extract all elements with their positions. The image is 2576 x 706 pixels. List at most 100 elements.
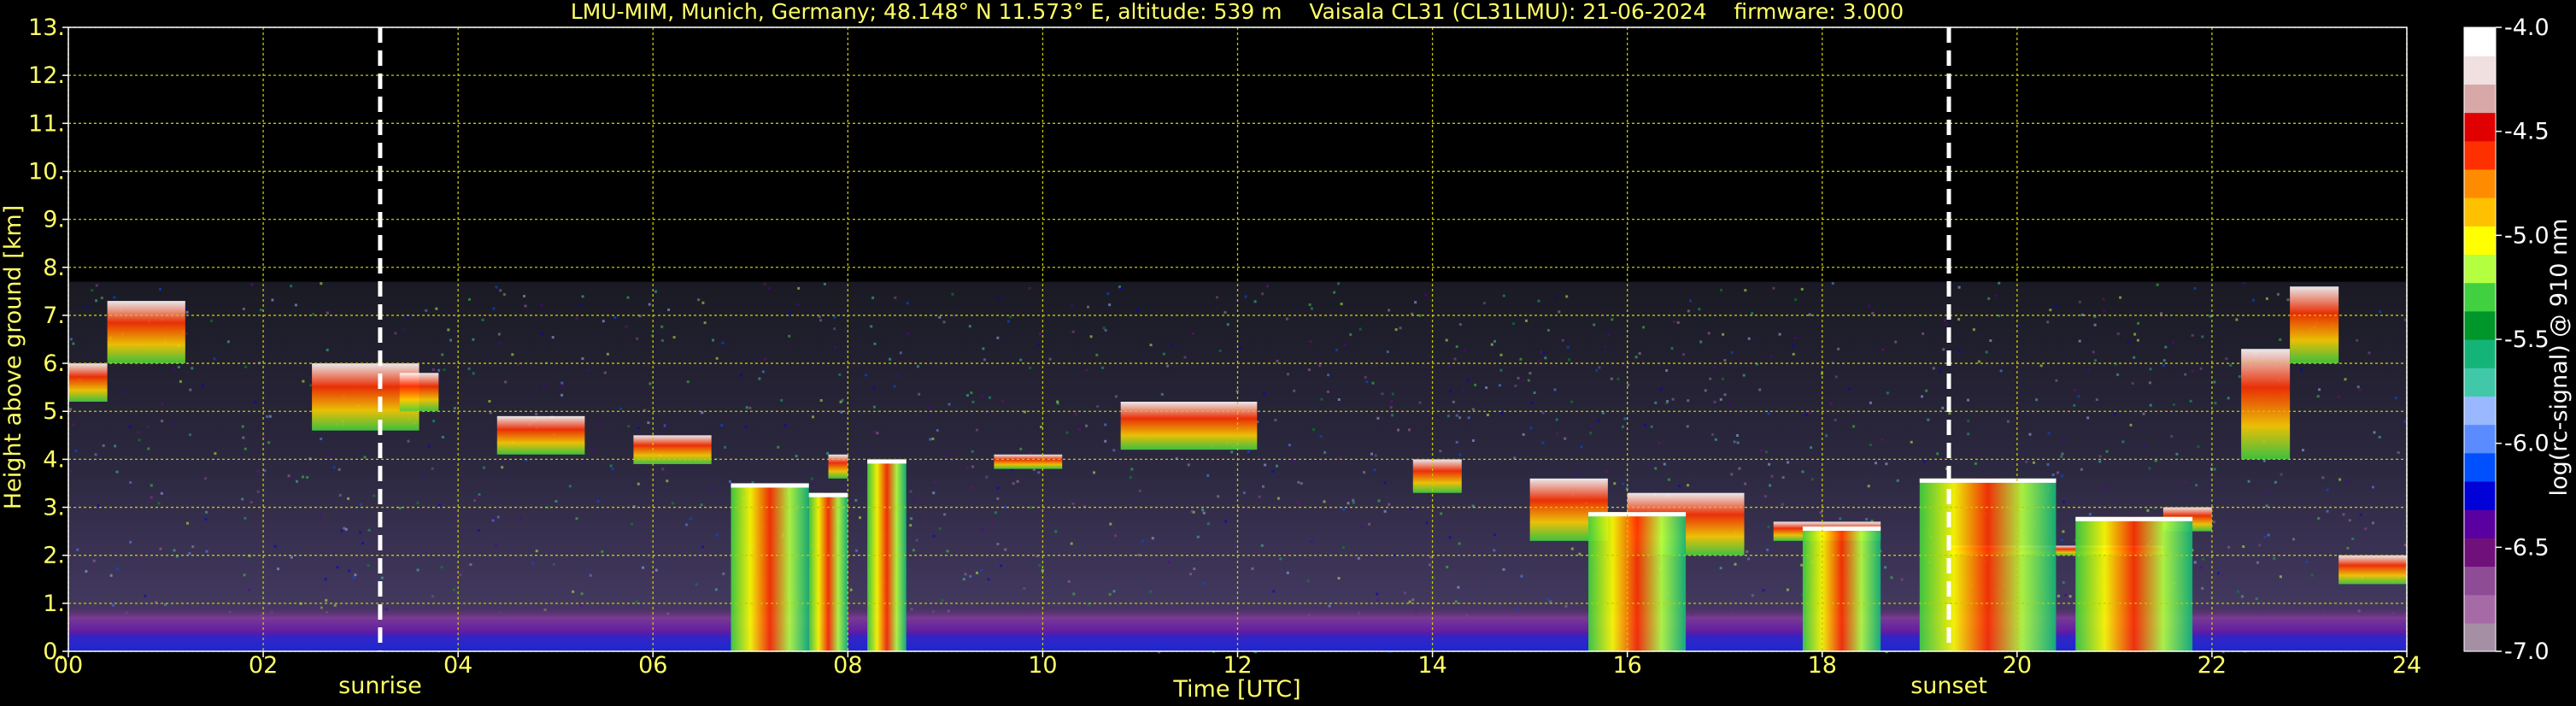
noise-speckle — [744, 426, 748, 428]
noise-speckle — [1300, 482, 1303, 485]
noise-speckle — [1542, 350, 1546, 354]
noise-speckle — [1787, 461, 1790, 464]
noise-speckle — [575, 316, 578, 320]
convective-cell — [2075, 516, 2193, 651]
cloud-layer — [496, 415, 585, 455]
noise-speckle — [1869, 401, 1872, 404]
noise-speckle — [1411, 598, 1415, 602]
noise-speckle — [1119, 287, 1123, 291]
noise-speckle — [1881, 438, 1884, 441]
noise-speckle — [1671, 397, 1675, 401]
noise-speckle — [2046, 321, 2050, 324]
noise-speckle — [1590, 425, 1593, 428]
noise-speckle — [2318, 388, 2321, 391]
noise-speckle — [1932, 367, 1935, 370]
noise-speckle — [440, 566, 443, 569]
noise-speckle — [431, 467, 434, 470]
noise-speckle — [844, 485, 848, 488]
noise-speckle — [2225, 357, 2228, 361]
noise-speckle — [927, 406, 930, 409]
noise-speckle — [552, 563, 555, 566]
noise-speckle — [1967, 398, 1969, 402]
noise-speckle — [1728, 403, 1732, 406]
noise-speckle — [876, 432, 879, 435]
noise-speckle — [1224, 520, 1227, 523]
noise-speckle — [2102, 297, 2105, 301]
noise-speckle — [1921, 395, 1923, 398]
noise-speckle — [971, 465, 975, 468]
noise-speckle — [1537, 360, 1540, 363]
noise-speckle — [102, 444, 105, 447]
noise-speckle — [2197, 445, 2200, 449]
noise-speckle — [596, 500, 600, 503]
noise-speckle — [2105, 450, 2109, 453]
noise-speckle — [496, 515, 500, 519]
noise-speckle — [2133, 332, 2137, 336]
noise-speckle — [2356, 338, 2359, 342]
noise-speckle — [1627, 383, 1630, 386]
noise-speckle — [2258, 544, 2262, 547]
noise-speckle — [1230, 450, 1234, 454]
noise-speckle — [1455, 440, 1458, 444]
x-tick-label: 04 — [443, 652, 472, 679]
noise-speckle — [1810, 478, 1814, 481]
noise-speckle — [1686, 425, 1689, 428]
noise-speckle — [601, 550, 604, 553]
noise-speckle — [2149, 403, 2152, 407]
noise-speckle — [1408, 600, 1411, 603]
noise-speckle — [1309, 340, 1312, 344]
noise-speckle — [715, 356, 719, 360]
noise-speckle — [1466, 379, 1470, 382]
noise-speckle — [2094, 359, 2097, 362]
noise-speckle — [249, 501, 253, 504]
noise-speckle — [1922, 460, 1926, 463]
noise-speckle — [2265, 492, 2268, 496]
noise-speckle — [2164, 345, 2168, 349]
noise-speckle — [2310, 574, 2314, 577]
noise-speckle — [2338, 478, 2342, 481]
noise-speckle — [1349, 332, 1353, 336]
noise-speckle — [2191, 333, 2194, 337]
noise-speckle — [1922, 332, 1925, 335]
noise-speckle — [242, 436, 245, 439]
noise-speckle — [969, 574, 972, 578]
noise-speckle — [2356, 385, 2360, 389]
noise-speckle — [2142, 444, 2145, 448]
y-tick-label: 6. — [43, 350, 65, 377]
noise-speckle — [1376, 416, 1380, 420]
noise-speckle — [85, 570, 88, 573]
noise-speckle — [114, 444, 117, 448]
noise-speckle — [2051, 474, 2055, 476]
noise-speckle — [2279, 338, 2282, 341]
noise-speckle — [840, 410, 843, 414]
noise-speckle — [1190, 509, 1194, 513]
noise-speckle — [2348, 519, 2351, 522]
noise-speckle — [455, 515, 458, 519]
noise-speckle — [976, 571, 978, 574]
noise-speckle — [551, 336, 555, 339]
cloud-base — [1919, 478, 2057, 483]
noise-speckle — [1306, 580, 1310, 583]
noise-speckle — [437, 368, 441, 372]
noise-speckle — [764, 357, 767, 361]
noise-speckle — [535, 550, 538, 553]
noise-speckle — [213, 357, 216, 361]
noise-speckle — [1936, 452, 1939, 456]
noise-speckle — [173, 549, 176, 552]
noise-speckle — [1868, 304, 1870, 308]
noise-speckle — [1884, 566, 1887, 569]
cloud-layer — [399, 373, 439, 412]
noise-speckle — [2397, 451, 2400, 454]
noise-speckle — [2276, 292, 2280, 296]
noise-speckle — [579, 303, 583, 306]
noise-speckle — [1037, 471, 1041, 474]
noise-speckle — [965, 466, 969, 469]
noise-speckle — [1374, 454, 1377, 457]
noise-speckle — [1654, 467, 1658, 470]
noise-speckle — [1565, 295, 1569, 298]
noise-speckle — [560, 393, 564, 397]
noise-speckle — [2255, 597, 2258, 600]
noise-speckle — [1070, 542, 1073, 545]
noise-speckle — [1258, 495, 1261, 498]
noise-speckle — [1471, 585, 1475, 588]
